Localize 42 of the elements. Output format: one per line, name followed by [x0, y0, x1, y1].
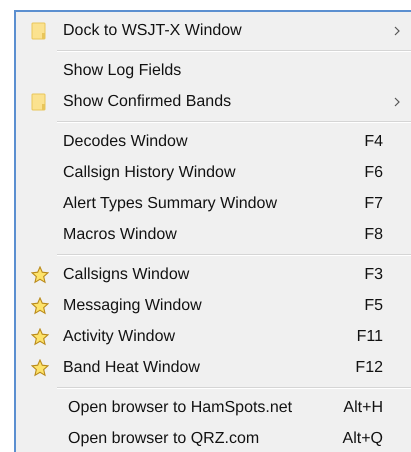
menu-item[interactable]: Callsign History Window F6: [16, 157, 411, 188]
menu-item-label: Callsigns Window: [63, 266, 190, 284]
menu-item-label: Decodes Window: [63, 132, 188, 150]
menu-item-label: Dock to WSJT-X Window: [63, 22, 243, 40]
shortcut-text: F8: [363, 226, 383, 244]
menu-item-label: Open browser to HamSpots.net: [67, 398, 294, 416]
menu-item-label: Show Log Fields: [63, 62, 182, 80]
menu-item-label: Activity Window: [63, 328, 176, 346]
folder-icon: [30, 92, 48, 110]
menu-item-label: Band Heat Window: [63, 358, 201, 376]
shortcut-text: F3: [363, 266, 383, 284]
menu-item[interactable]: Open browser to QRZ.com Alt+Q: [16, 423, 411, 452]
menu-item[interactable]: Band Heat Window F12: [16, 352, 411, 383]
menu-item[interactable]: Macros Window F8: [16, 219, 411, 250]
menu-item-label: Callsign History Window: [63, 164, 236, 182]
menu-item-label: Open browser to QRZ.com: [67, 430, 260, 448]
menu-item[interactable]: Alert Types Summary Window F7: [16, 188, 411, 219]
shortcut-text: F4: [363, 132, 383, 150]
menu-item[interactable]: Show Log Fields: [16, 55, 411, 86]
menu-item[interactable]: Dock to WSJT-X Window: [16, 15, 411, 46]
menu-item-label: Messaging Window: [63, 296, 203, 314]
shortcut-text: F7: [363, 194, 383, 212]
star-icon: [30, 296, 48, 314]
shortcut-text: F11: [356, 328, 383, 346]
menu-item[interactable]: Activity Window F11: [16, 321, 411, 352]
menu-item[interactable]: Callsigns Window F3: [16, 259, 411, 290]
menu-item[interactable]: Show Confirmed Bands: [16, 86, 411, 117]
star-icon: [30, 358, 48, 376]
shortcut-text: Alt+H: [342, 398, 383, 416]
menu-item-label: Show Confirmed Bands: [63, 92, 232, 110]
menu-item-label: Alert Types Summary Window: [63, 194, 278, 212]
star-icon: [30, 328, 48, 346]
menu-item[interactable]: Messaging Window F5: [16, 290, 411, 321]
menu-item[interactable]: Open browser to HamSpots.net Alt+H: [16, 392, 411, 423]
folder-icon: [30, 22, 48, 40]
shortcut-text: F5: [363, 296, 383, 314]
star-icon: [30, 266, 48, 284]
shortcut-text: F12: [354, 358, 383, 376]
shortcut-text: F6: [363, 164, 383, 182]
shortcut-text: Alt+Q: [342, 430, 383, 448]
menu-item-label: Macros Window: [63, 226, 178, 244]
menu-item[interactable]: Decodes Window F4: [16, 126, 411, 157]
